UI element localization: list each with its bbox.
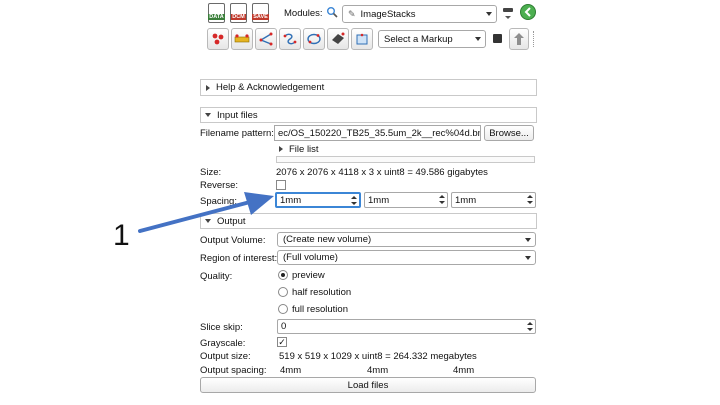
quality-radio-half[interactable] <box>278 287 288 297</box>
history-dropdown-icon[interactable] <box>505 16 511 19</box>
toolbar-overflow-handle[interactable] <box>533 31 536 47</box>
roi-selector[interactable]: (Full volume) <box>277 250 536 265</box>
expand-arrow-icon <box>206 84 210 91</box>
closed-curve-icon[interactable] <box>303 28 325 50</box>
curve-icon[interactable] <box>279 28 301 50</box>
load-files-button[interactable]: Load files <box>200 377 536 393</box>
load-dicom-icon[interactable]: DCM <box>230 3 247 23</box>
plane-icon[interactable] <box>327 28 349 50</box>
toolbar-top: DATA DCM SAVE Modules: ✎ ImageStacks <box>200 0 540 28</box>
output-size-value: 519 x 519 x 1029 x uint8 = 264.332 megab… <box>279 351 477 362</box>
spacing-x-input[interactable]: 1mm <box>275 192 361 208</box>
expand-arrow-icon <box>279 146 283 152</box>
spin-arrows-icon[interactable] <box>439 194 445 205</box>
quality-label: Quality: <box>200 271 233 282</box>
help-section-header[interactable]: Help & Acknowledgement <box>200 79 537 96</box>
markup-place-up-icon[interactable] <box>509 28 529 50</box>
spacing-z-input[interactable]: 1mm <box>451 192 536 208</box>
output-size-label: Output size: <box>200 351 251 362</box>
size-label: Size: <box>200 167 222 178</box>
grayscale-checkbox[interactable]: ✓ <box>277 337 287 347</box>
output-spacing-label: Output spacing: <box>200 365 267 376</box>
go-next-module-icon[interactable] <box>520 4 536 20</box>
output-spacing-x: 4mm <box>280 365 302 376</box>
modules-label: Modules: <box>284 8 323 19</box>
save-data-icon[interactable]: SAVE <box>252 3 269 23</box>
markups-fiducial-icon[interactable] <box>207 28 229 50</box>
size-value: 2076 x 2076 x 4118 x 3 x uint8 = 49.586 … <box>276 167 488 178</box>
slice-skip-label: Slice skip: <box>200 322 243 333</box>
markup-selector[interactable]: Select a Markup <box>378 30 486 48</box>
markups-toolbar: Select a Markup <box>200 28 540 52</box>
output-spacing-y: 4mm <box>367 365 389 376</box>
spacing-y-input[interactable]: 1mm <box>364 192 448 208</box>
angle-icon[interactable] <box>255 28 277 50</box>
spin-arrows-icon[interactable] <box>351 195 357 206</box>
roi-icon[interactable] <box>351 28 373 50</box>
load-data-icon[interactable]: DATA <box>208 3 225 23</box>
spin-arrows-icon[interactable] <box>527 321 533 332</box>
annotation-arrow-icon <box>138 192 274 233</box>
filename-pattern-input[interactable]: ec/OS_150220_TB25_35.5um_2k__rec%04d.bmp <box>274 125 481 141</box>
quality-option-full[interactable]: full resolution <box>292 304 348 315</box>
grayscale-label: Grayscale: <box>200 338 246 349</box>
file-list-toggle[interactable]: File list <box>276 143 319 155</box>
pencil-icon: ✎ <box>348 8 356 19</box>
markup-stop-icon[interactable] <box>493 34 502 43</box>
quality-radio-full[interactable] <box>278 304 288 314</box>
quality-option-preview[interactable]: preview <box>292 270 325 281</box>
quality-radio-preview[interactable] <box>278 270 288 280</box>
module-selector[interactable]: ✎ ImageStacks <box>342 5 497 23</box>
module-history-button[interactable] <box>503 8 513 12</box>
roi-label: Region of interest: <box>200 253 278 264</box>
annotation-label: 1 <box>113 219 130 252</box>
chevron-down-icon <box>525 256 531 260</box>
collapse-arrow-icon <box>205 113 211 117</box>
ruler-icon[interactable] <box>231 28 253 50</box>
quality-option-half[interactable]: half resolution <box>292 287 351 298</box>
module-search-icon[interactable] <box>326 6 338 18</box>
chevron-down-icon <box>486 12 492 16</box>
chevron-down-icon <box>525 238 531 242</box>
browse-button[interactable]: Browse... <box>484 125 534 141</box>
chevron-down-icon <box>475 37 481 41</box>
filename-pattern-label: Filename pattern: <box>200 128 274 139</box>
input-section-header[interactable]: Input files <box>200 107 537 123</box>
spin-arrows-icon[interactable] <box>527 194 533 205</box>
file-list-panel[interactable] <box>276 156 535 163</box>
output-spacing-z: 4mm <box>453 365 475 376</box>
slice-skip-input[interactable]: 0 <box>277 319 536 334</box>
output-volume-selector[interactable]: (Create new volume) <box>277 232 536 247</box>
